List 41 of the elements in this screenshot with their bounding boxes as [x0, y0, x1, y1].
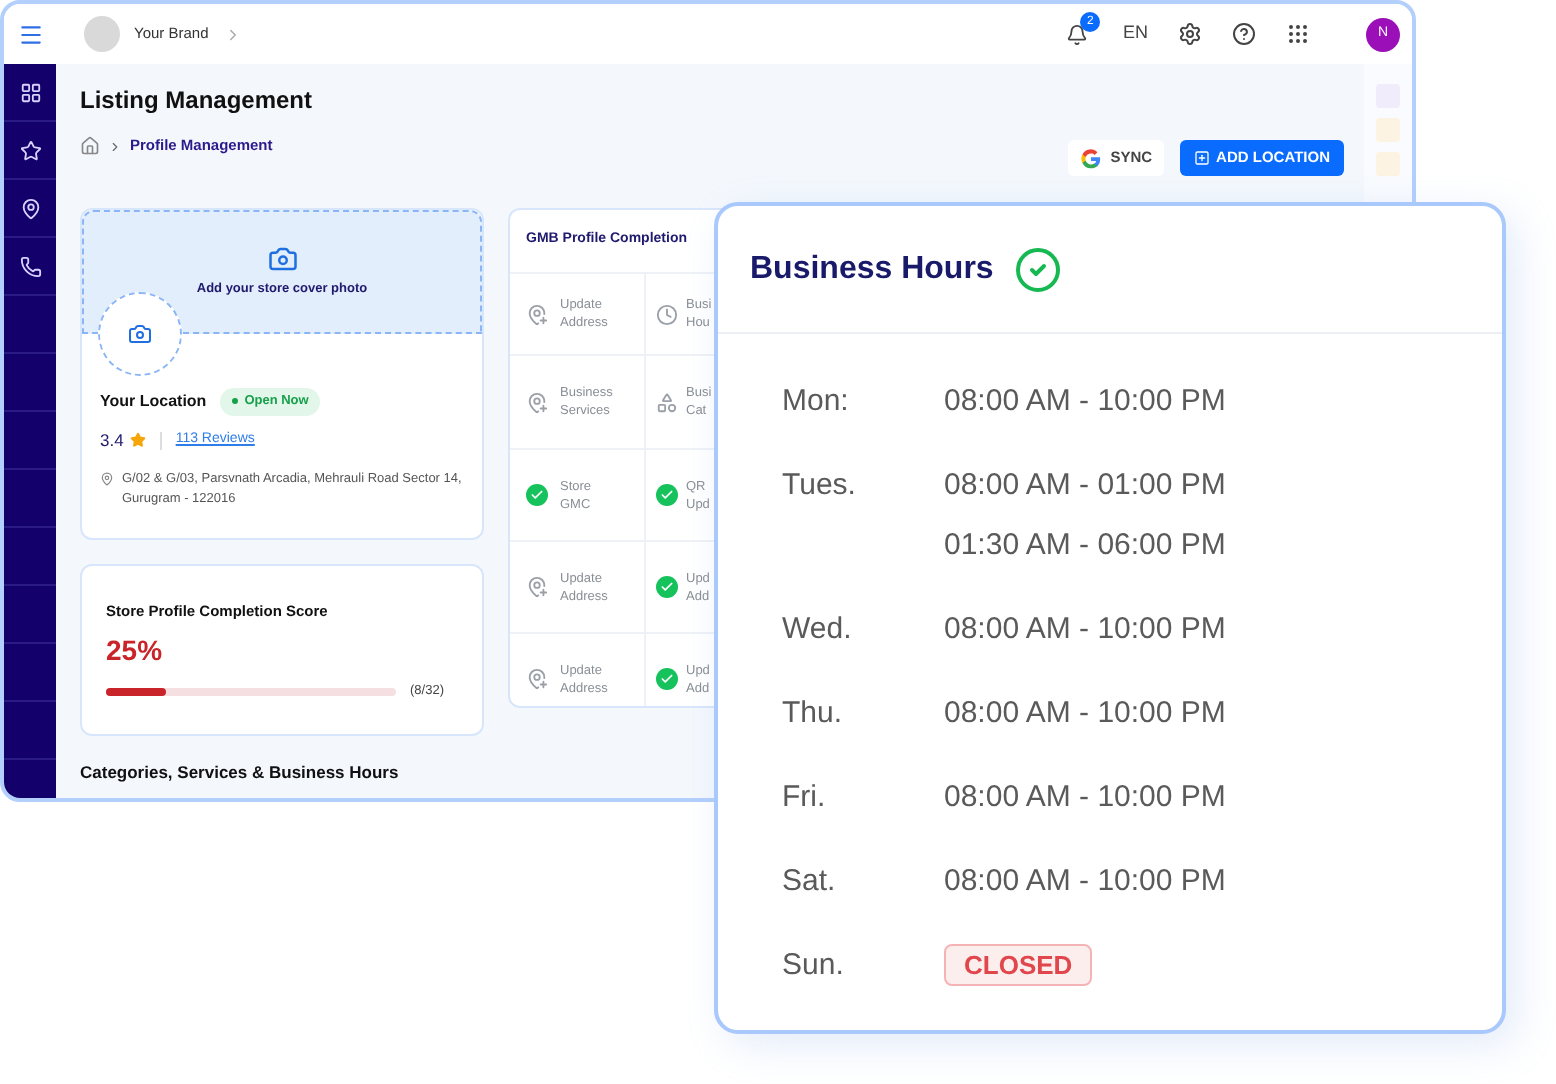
- phone-icon[interactable]: [19, 255, 41, 277]
- star-icon: [129, 432, 146, 449]
- rail-tile: [1376, 118, 1400, 142]
- hours-text: 08:00 AM - 10:00 PM: [944, 778, 1226, 818]
- day-label: Wed.: [782, 610, 854, 650]
- day-label: Fri.: [782, 778, 828, 818]
- language-selector[interactable]: EN: [1122, 20, 1148, 48]
- help-icon[interactable]: [1232, 22, 1256, 46]
- day-label: Mon:: [782, 382, 851, 422]
- settings-icon[interactable]: [1178, 22, 1202, 46]
- closed-badge: CLOSED: [944, 944, 1093, 986]
- page-title: Listing Management: [80, 88, 315, 112]
- section-heading: Categories, Services & Business Hours: [80, 760, 401, 786]
- day-label: Thu.: [782, 694, 845, 734]
- chevron-icon: [108, 139, 122, 153]
- day-label: Sun.: [782, 946, 846, 986]
- location-name: Your Location: [100, 389, 207, 414]
- home-icon[interactable]: [80, 136, 100, 156]
- google-icon: [1080, 147, 1103, 169]
- camera-icon: [128, 322, 152, 346]
- rail-tile: [1376, 152, 1400, 176]
- hours-text: 08:00 AM - 01:00 PM: [944, 466, 1226, 506]
- camera-icon: [267, 244, 297, 274]
- day-label: Tues.: [782, 466, 858, 506]
- dashboard-icon[interactable]: [19, 81, 41, 103]
- add-icon: [1194, 150, 1211, 166]
- rating-value: 3.4: [100, 427, 124, 453]
- hours-text: 08:00 AM - 10:00 PM: [944, 610, 1226, 650]
- bell-icon[interactable]: [1066, 23, 1089, 45]
- star-icon[interactable]: [19, 139, 41, 161]
- hours-text: 08:00 AM - 10:00 PM: [944, 862, 1226, 902]
- brand-logo: [84, 16, 120, 52]
- apps-icon[interactable]: [1286, 22, 1310, 46]
- menu-icon[interactable]: [17, 21, 43, 47]
- score-percent: 25%: [106, 632, 165, 671]
- pin-icon: [100, 471, 114, 485]
- pin-icon[interactable]: [19, 197, 41, 219]
- hours-text: 08:00 AM - 10:00 PM: [944, 382, 1226, 422]
- hours-text: 08:00 AM - 10:00 PM: [944, 694, 1226, 734]
- hours-text: 01:30 AM - 06:00 PM: [944, 526, 1226, 566]
- day-label: Sat.: [782, 862, 838, 902]
